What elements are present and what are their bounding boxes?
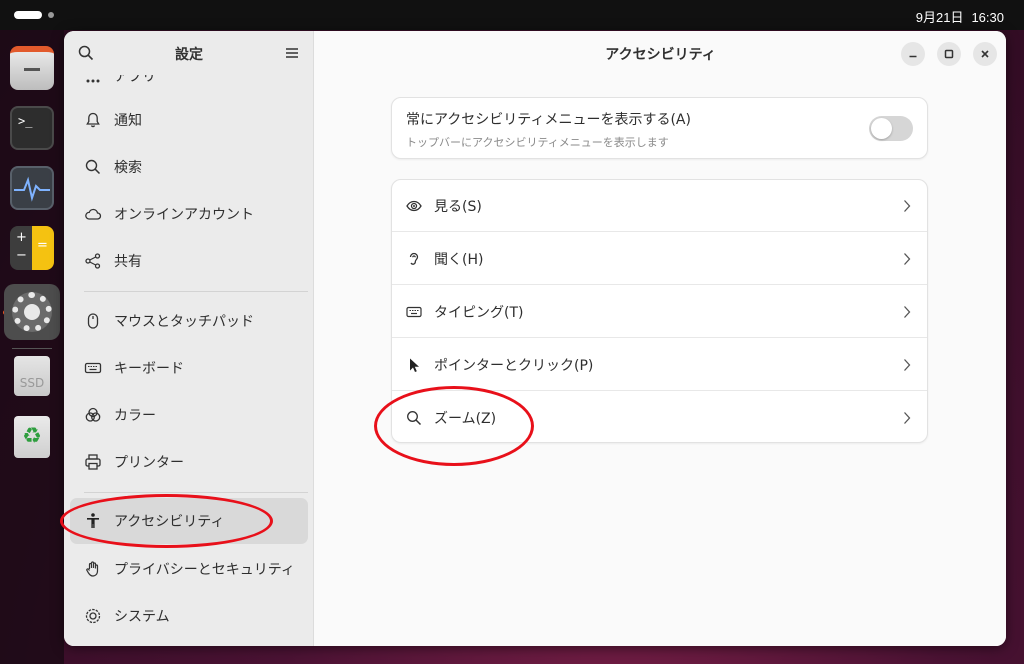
row-typing[interactable]: タイピング(T): [392, 286, 927, 338]
row-label: ポインターとクリック(P): [434, 357, 594, 374]
dock: >_ + − = SSD ♻: [0, 30, 64, 664]
sidebar-item-label: システム: [114, 609, 170, 625]
settings-window: 設定 アプリ 通知 検索 オンラインアカウント 共有 マウスとタッチパッド キー…: [64, 31, 1006, 646]
close-icon: [981, 50, 989, 58]
toggle-title: 常にアクセシビリティメニューを表示する(A): [406, 112, 691, 128]
apps-icon: [86, 79, 100, 83]
sidebar-item-printers[interactable]: プリンター: [70, 439, 308, 485]
printer-icon: [85, 454, 101, 470]
chevron-right-icon: [904, 412, 911, 424]
top-bar: 9月21日 16:30: [0, 0, 1024, 30]
sidebar-item-mouse-touchpad[interactable]: マウスとタッチパッド: [70, 298, 308, 344]
row-pointing-clicking[interactable]: ポインターとクリック(P): [392, 339, 927, 391]
chevron-right-icon: [904, 200, 911, 212]
ssd-drive-icon[interactable]: SSD: [14, 356, 50, 396]
sidebar-item-label: 検索: [114, 160, 142, 176]
sidebar-item-label: プライバシーとセキュリティ: [114, 562, 295, 578]
row-label: タイピング(T): [434, 304, 524, 321]
bell-icon: [86, 112, 100, 128]
keyboard-icon: [406, 306, 422, 317]
sidebar-list[interactable]: アプリ 通知 検索 オンラインアカウント 共有 マウスとタッチパッド キーボード…: [64, 75, 314, 646]
activities-button[interactable]: [14, 11, 42, 19]
toggle-subtitle: トップバーにアクセシビリティメニューを表示します: [406, 136, 669, 149]
chevron-right-icon: [904, 253, 911, 265]
sidebar-item-keyboard[interactable]: キーボード: [70, 345, 308, 391]
workspace-indicator[interactable]: [48, 12, 54, 18]
sidebar-item-label: 共有: [114, 254, 142, 270]
row-seeing[interactable]: 見る(S): [392, 180, 927, 232]
keyboard-icon: [84, 362, 102, 374]
hand-icon: [86, 561, 99, 577]
clock[interactable]: 9月21日 16:30: [916, 7, 1004, 26]
ssd-label: SSD: [19, 376, 45, 390]
row-zoom[interactable]: ズーム(Z): [392, 392, 927, 444]
equals-glyph: =: [37, 238, 48, 253]
sidebar-item-privacy-security[interactable]: プライバシーとセキュリティ: [70, 546, 308, 592]
minus-glyph: −: [16, 248, 27, 263]
accessibility-menu-toggle-row[interactable]: 常にアクセシビリティメニューを表示する(A) トップバーにアクセシビリティメニュ…: [391, 97, 928, 159]
sidebar-separator: [84, 492, 308, 493]
pulse-icon: [14, 176, 50, 202]
trash-icon[interactable]: ♻: [14, 416, 50, 458]
sidebar-item-label: オンラインアカウント: [114, 207, 254, 223]
sidebar-item-apps[interactable]: アプリ: [70, 75, 308, 99]
sidebar-item-search[interactable]: 検索: [70, 144, 308, 190]
ear-icon: [409, 252, 419, 265]
accessibility-menu-switch[interactable]: [869, 116, 913, 141]
sidebar-item-label: 通知: [114, 113, 142, 129]
sidebar-item-label: アプリ: [114, 75, 156, 85]
row-label: 聞く(H): [434, 251, 484, 268]
sidebar-item-label: マウスとタッチパッド: [114, 314, 254, 330]
dock-separator: [12, 348, 52, 349]
maximize-button[interactable]: [937, 42, 961, 66]
sidebar-title: 設定: [175, 47, 203, 63]
files-app-icon[interactable]: [10, 46, 54, 90]
sidebar-item-notifications[interactable]: 通知: [70, 97, 308, 143]
sidebar-item-system[interactable]: システム: [70, 593, 308, 639]
chevron-right-icon: [904, 306, 911, 318]
sidebar-item-label: カラー: [114, 408, 156, 424]
color-icon: [85, 407, 101, 422]
zoom-icon: [407, 411, 422, 426]
chevron-right-icon: [904, 359, 911, 371]
sidebar-item-accessibility[interactable]: アクセシビリティ: [70, 498, 308, 544]
sidebar-item-sharing[interactable]: 共有: [70, 238, 308, 284]
minimize-button[interactable]: [901, 42, 925, 66]
search-icon: [85, 159, 101, 175]
plus-glyph: +: [16, 230, 27, 245]
share-icon: [85, 253, 101, 269]
sidebar-header: 設定: [64, 31, 314, 75]
close-button[interactable]: [973, 42, 997, 66]
row-label: 見る(S): [434, 198, 482, 215]
mouse-icon: [87, 313, 99, 329]
sidebar-item-label: キーボード: [114, 361, 184, 377]
cloud-icon: [85, 208, 102, 220]
sidebar-item-label: プリンター: [114, 455, 184, 471]
eye-icon: [406, 200, 422, 211]
settings-app-icon[interactable]: [4, 284, 60, 340]
maximize-icon: [944, 49, 954, 59]
sidebar-item-label: アクセシビリティ: [114, 514, 225, 530]
terminal-glyph: >_: [18, 114, 33, 128]
sidebar-separator: [84, 291, 308, 292]
pointer-icon: [410, 358, 419, 372]
system-icon: [85, 608, 101, 624]
minimize-icon: [909, 55, 917, 58]
sidebar: 設定 アプリ 通知 検索 オンラインアカウント 共有 マウスとタッチパッド キー…: [64, 31, 314, 646]
terminal-app-icon[interactable]: >_: [10, 106, 54, 150]
hamburger-menu-icon[interactable]: [284, 45, 300, 61]
sidebar-item-online-accounts[interactable]: オンラインアカウント: [70, 191, 308, 237]
main-panel: アクセシビリティ 常にアクセシビリティメニューを表示する(A) トップバーにアク…: [315, 31, 1006, 646]
accessibility-icon: [87, 513, 99, 528]
row-label: ズーム(Z): [434, 411, 497, 427]
row-hearing[interactable]: 聞く(H): [392, 233, 927, 285]
accessibility-options-list: 見る(S) 聞く(H) タイピング(T) ポインターとクリック(P) ズーム(Z: [391, 179, 928, 443]
clock-date: 9月21日: [915, 10, 964, 25]
sidebar-item-color[interactable]: カラー: [70, 392, 308, 438]
system-monitor-app-icon[interactable]: [10, 166, 54, 210]
gear-icon: [12, 292, 52, 332]
calculator-app-icon[interactable]: + − =: [10, 226, 54, 270]
clock-time: 16:30: [971, 10, 1004, 25]
